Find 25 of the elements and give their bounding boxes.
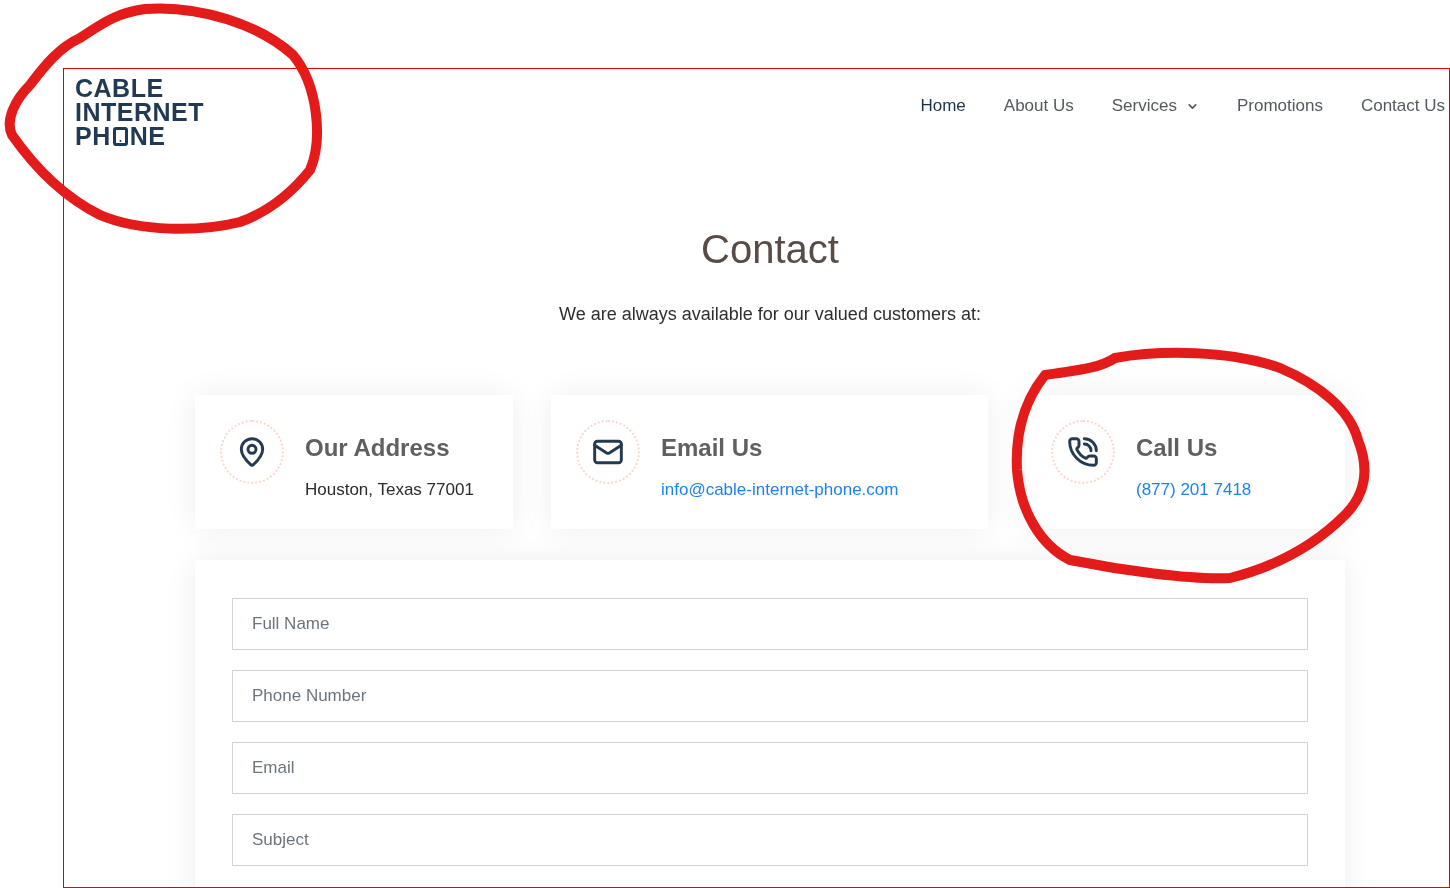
card-title: Email Us	[661, 434, 764, 462]
input-field[interactable]: Phone Number	[232, 670, 1308, 722]
contact-link[interactable]: (877) 201 7418	[1136, 478, 1252, 502]
logo-text: CABLE	[75, 76, 164, 100]
card-title: Call Us	[1136, 434, 1219, 462]
envelope-icon	[576, 420, 640, 484]
map-pin-icon	[220, 420, 284, 484]
address-text: Houston, Texas 77001	[305, 479, 474, 501]
mobile-phone-icon	[112, 126, 128, 146]
contact-link[interactable]: info@cable-internet-phone.com	[661, 478, 899, 502]
input-field[interactable]: Full Name	[232, 598, 1308, 650]
card-title: Our Address	[305, 434, 451, 462]
logo-text: PH	[75, 124, 111, 148]
logo-text: INTERNET	[75, 100, 204, 124]
page-subtitle: We are always available for our valued customers at:	[559, 303, 981, 326]
phone-icon	[1051, 420, 1115, 484]
nav-link[interactable]: Home	[920, 94, 966, 118]
input-field[interactable]: Email	[232, 742, 1308, 794]
logo-text: NE	[129, 124, 166, 148]
nav-link[interactable]: Contact Us	[1360, 94, 1445, 118]
nav-link[interactable]: Promotions	[1236, 94, 1323, 118]
input-field[interactable]: Subject	[232, 814, 1308, 866]
page-title: Contact	[701, 226, 839, 273]
nav-link[interactable]: Services	[1111, 94, 1199, 118]
nav-link[interactable]: About Us	[1003, 94, 1074, 118]
